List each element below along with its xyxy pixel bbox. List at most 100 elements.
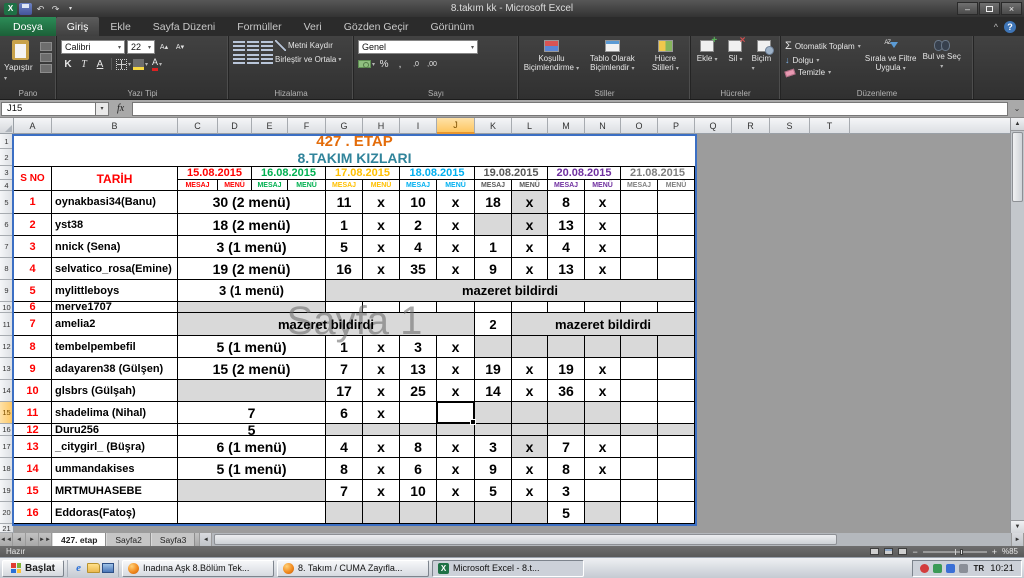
italic-button[interactable]: T: [77, 57, 91, 71]
comma-style-icon[interactable]: ,: [393, 57, 407, 71]
cell-A8[interactable]: 4: [14, 258, 52, 280]
align-middle-icon[interactable]: [247, 41, 259, 51]
prev-sheet-icon[interactable]: ◄: [13, 533, 26, 546]
cell-B12[interactable]: tembelpembefil: [52, 336, 178, 358]
row-header-10[interactable]: 10: [0, 302, 14, 313]
delete-cells-button[interactable]: Sil ▾: [723, 40, 747, 63]
redo-icon[interactable]: ↷: [49, 3, 62, 15]
header-menu-6[interactable]: MENÜ: [585, 180, 621, 191]
row-header-17[interactable]: 17: [0, 436, 14, 458]
antivirus-tray-icon[interactable]: [920, 564, 929, 573]
cell-A7[interactable]: 3: [14, 236, 52, 258]
align-center-icon[interactable]: [247, 54, 259, 64]
cell-C5[interactable]: 30 (2 menü): [178, 191, 326, 214]
header-date-16.08.2015[interactable]: 16.08.2015: [252, 166, 326, 180]
cell-K8[interactable]: 9: [475, 258, 512, 280]
cell-A15[interactable]: 11: [14, 402, 52, 424]
cell-B7[interactable]: nnick (Sena): [52, 236, 178, 258]
cell-G15[interactable]: 6: [326, 402, 363, 424]
cell-C7[interactable]: 3 (1 menü): [178, 236, 326, 258]
sheet-title-cell[interactable]: 427 . ETAP: [14, 134, 695, 149]
row-header-16[interactable]: 16: [0, 424, 14, 436]
column-header-A[interactable]: A: [14, 118, 52, 134]
cell-K5[interactable]: 18: [475, 191, 512, 214]
undo-icon[interactable]: ↶: [34, 3, 47, 15]
formula-input[interactable]: [132, 102, 1008, 116]
header-tarih[interactable]: TARİH: [52, 166, 178, 191]
column-header-O[interactable]: O: [621, 118, 658, 134]
autosum-button[interactable]: ΣOtomatik Toplam▾: [785, 40, 861, 52]
close-button[interactable]: ×: [1001, 2, 1022, 15]
ribbon-tab-Veri[interactable]: Veri: [293, 17, 333, 36]
cell-J12[interactable]: x: [437, 336, 475, 358]
cell-I12[interactable]: 3: [400, 336, 437, 358]
cell-N7[interactable]: x: [585, 236, 621, 258]
cell-N13[interactable]: x: [585, 358, 621, 380]
start-button[interactable]: Başlat: [2, 560, 64, 577]
cell-K6[interactable]: [475, 214, 512, 236]
cell-P13[interactable]: [658, 358, 695, 380]
cell-G14[interactable]: 17: [326, 380, 363, 402]
bold-button[interactable]: K: [61, 57, 75, 71]
formula-bar-expand-icon[interactable]: ⌄: [1010, 104, 1024, 113]
collapse-ribbon-icon[interactable]: ^: [994, 22, 998, 32]
cell-K14[interactable]: 14: [475, 380, 512, 402]
cell-A18[interactable]: 14: [14, 458, 52, 480]
cell-C12[interactable]: 5 (1 menü): [178, 336, 326, 358]
cell-H6[interactable]: x: [363, 214, 400, 236]
cell-B8[interactable]: selvatico_rosa(Emine): [52, 258, 178, 280]
insert-cells-button[interactable]: Ekle ▾: [695, 40, 719, 63]
cell-K17[interactable]: 3: [475, 436, 512, 458]
orientation-icon[interactable]: [275, 40, 286, 51]
cell-N5[interactable]: x: [585, 191, 621, 214]
format-as-table-button[interactable]: Tablo Olarak Biçimlendir ▾: [584, 40, 641, 73]
help-icon[interactable]: ?: [1004, 21, 1016, 33]
font-size-select[interactable]: 22▾: [127, 40, 155, 54]
column-header-N[interactable]: N: [585, 118, 621, 134]
cell-A10[interactable]: 6: [14, 302, 52, 313]
cell-B20[interactable]: Eddoras(Fatoş): [52, 502, 178, 524]
cell-merged-11[interactable]: mazeret bildirdi: [178, 313, 475, 336]
sort-filter-button[interactable]: Sırala ve Filtre Uygula ▾: [865, 40, 917, 73]
cell-I18[interactable]: 6: [400, 458, 437, 480]
zoom-slider[interactable]: [923, 551, 987, 553]
column-header-P[interactable]: P: [658, 118, 695, 134]
cell-G12[interactable]: 1: [326, 336, 363, 358]
task-button-Microsoft Excel - 8.t...[interactable]: XMicrosoft Excel - 8.t...: [432, 560, 584, 577]
cell-A9[interactable]: 5: [14, 280, 52, 302]
decrease-font-icon[interactable]: A▾: [173, 40, 187, 54]
show-desktop-icon[interactable]: [102, 563, 114, 573]
scroll-left-icon[interactable]: ◄: [199, 533, 212, 546]
copy-icon[interactable]: [40, 53, 52, 62]
header-date-21.08.2015[interactable]: 21.08.2015: [621, 166, 695, 180]
decrease-decimal-icon[interactable]: ,00: [425, 57, 439, 71]
format-painter-icon[interactable]: [40, 64, 52, 73]
cell-I7[interactable]: 4: [400, 236, 437, 258]
cell-J5[interactable]: x: [437, 191, 475, 214]
cell-merged-9[interactable]: mazeret bildirdi: [326, 280, 695, 302]
cell-B14[interactable]: glsbrs (Gülşah): [52, 380, 178, 402]
cell-M16[interactable]: [548, 424, 585, 436]
row-header-1[interactable]: 1: [0, 134, 14, 149]
cell-M6[interactable]: 13: [548, 214, 585, 236]
cell-G8[interactable]: 16: [326, 258, 363, 280]
page-break-view-icon[interactable]: [898, 548, 907, 555]
cell-B6[interactable]: yst38: [52, 214, 178, 236]
cell-L10[interactable]: [512, 302, 548, 313]
cell-G18[interactable]: 8: [326, 458, 363, 480]
cell-H10[interactable]: [363, 302, 400, 313]
zoom-level[interactable]: %85: [1002, 547, 1018, 556]
cell-N8[interactable]: x: [585, 258, 621, 280]
cell-M19[interactable]: 3: [548, 480, 585, 502]
ribbon-tab-Görünüm[interactable]: Görünüm: [419, 17, 485, 36]
increase-decimal-icon[interactable]: ,0: [409, 57, 423, 71]
cell-M18[interactable]: 8: [548, 458, 585, 480]
cell-I15[interactable]: [400, 402, 437, 424]
cell-K12[interactable]: [475, 336, 512, 358]
cell-L7[interactable]: x: [512, 236, 548, 258]
cell-I17[interactable]: 8: [400, 436, 437, 458]
cell-M17[interactable]: 7: [548, 436, 585, 458]
cell-L16[interactable]: [512, 424, 548, 436]
cell-G20[interactable]: [326, 502, 363, 524]
cell-N15[interactable]: [585, 402, 621, 424]
